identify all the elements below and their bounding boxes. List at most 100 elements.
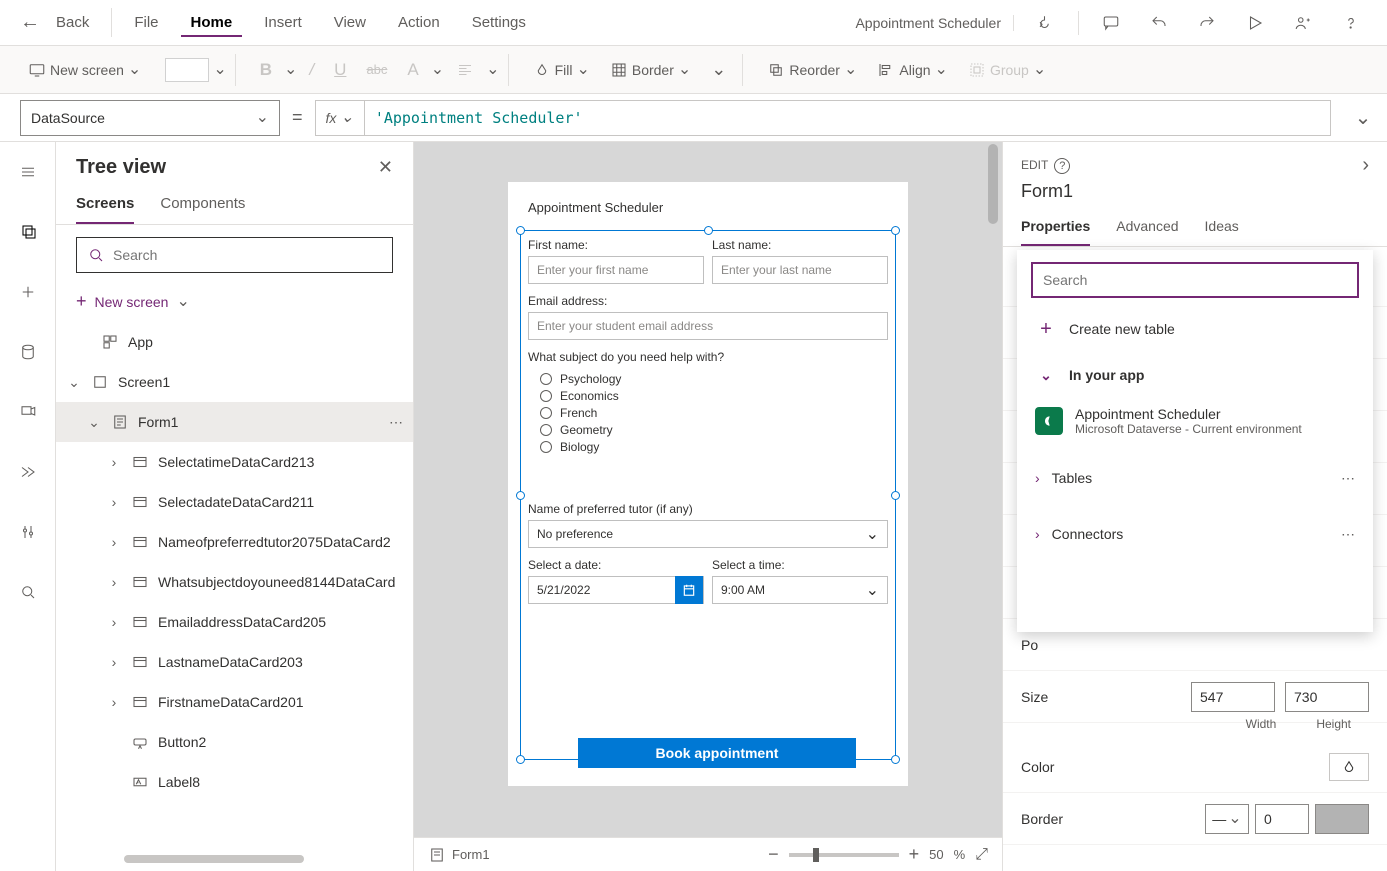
email-input[interactable]: Enter your student email address <box>528 312 888 340</box>
connectors-group[interactable]: ›Connectors ⋯ <box>1031 506 1359 562</box>
subject-radio-option[interactable]: Psychology <box>540 372 888 386</box>
play-icon[interactable] <box>1239 7 1271 39</box>
resize-handle[interactable] <box>516 491 525 500</box>
chevron-right-icon[interactable]: › <box>106 494 122 510</box>
help-icon[interactable]: ? <box>1054 158 1070 174</box>
chevron-right-icon[interactable]: › <box>106 654 122 670</box>
more-icon[interactable]: ⋯ <box>383 414 403 431</box>
resize-handle[interactable] <box>891 755 900 764</box>
expand-formula-icon[interactable]: ⌄ <box>1339 105 1387 130</box>
tree-node-datacard[interactable]: ›LastnameDataCard203 <box>56 642 413 682</box>
text-align-button[interactable] <box>448 54 482 86</box>
date-picker[interactable]: 5/21/2022 <box>528 576 704 604</box>
tree-node-screen1[interactable]: ⌄ Screen1 <box>56 362 413 402</box>
property-selector[interactable]: DataSource <box>20 100 280 136</box>
menu-insert[interactable]: Insert <box>254 8 312 37</box>
zoom-in-button[interactable]: + <box>909 844 920 865</box>
font-family-select[interactable] <box>165 58 209 82</box>
strikethrough-button[interactable]: abc <box>358 54 395 86</box>
font-color-button[interactable]: A <box>399 54 426 86</box>
underline-button[interactable]: U <box>326 54 354 86</box>
tree-node-app[interactable]: App <box>56 322 413 362</box>
chevron-right-icon[interactable]: › <box>1362 154 1369 177</box>
more-icon[interactable]: ⋯ <box>1341 470 1355 487</box>
firstname-input[interactable]: Enter your first name <box>528 256 704 284</box>
subject-radio-option[interactable]: French <box>540 406 888 420</box>
zoom-out-button[interactable]: − <box>768 844 779 865</box>
resize-handle[interactable] <box>516 226 525 235</box>
share-icon[interactable] <box>1287 7 1319 39</box>
group-button[interactable]: Group <box>960 54 1054 86</box>
bold-button[interactable]: B <box>252 54 280 86</box>
subject-radio-option[interactable]: Geometry <box>540 423 888 437</box>
tree-view-icon[interactable] <box>8 212 48 252</box>
book-appointment-button[interactable]: Book appointment <box>578 738 856 768</box>
data-icon[interactable] <box>8 332 48 372</box>
tree-node-button2[interactable]: Button2 <box>56 722 413 762</box>
tree-node-datacard[interactable]: ›Whatsubjectdoyouneed8144DataCard <box>56 562 413 602</box>
back-arrow-icon[interactable]: ← <box>20 11 40 34</box>
redo-icon[interactable] <box>1191 7 1223 39</box>
chevron-down-icon[interactable]: ⌄ <box>66 374 82 391</box>
power-automate-icon[interactable] <box>8 452 48 492</box>
tree-node-datacard[interactable]: ›FirstnameDataCard201 <box>56 682 413 722</box>
resize-handle[interactable] <box>516 755 525 764</box>
menu-action[interactable]: Action <box>388 8 450 37</box>
horizontal-scrollbar[interactable] <box>124 855 393 865</box>
datasource-item-appointment-scheduler[interactable]: Appointment Scheduler Microsoft Datavers… <box>1031 398 1359 450</box>
resize-handle[interactable] <box>891 226 900 235</box>
chevron-down-icon[interactable]: ⌄ <box>86 414 102 431</box>
tab-properties[interactable]: Properties <box>1021 212 1090 246</box>
time-select[interactable]: 9:00 AM ⌄ <box>712 576 888 604</box>
style-chevron-icon[interactable]: ⌄ <box>703 54 734 86</box>
resize-handle[interactable] <box>891 491 900 500</box>
border-color-button[interactable] <box>1315 804 1369 834</box>
subject-radio-option[interactable]: Biology <box>540 440 888 454</box>
menu-home[interactable]: Home <box>181 8 243 37</box>
hamburger-icon[interactable] <box>8 152 48 192</box>
height-input[interactable]: 730 <box>1285 682 1369 712</box>
border-button[interactable]: Border <box>602 54 699 86</box>
tree-node-datacard[interactable]: ›SelectadateDataCard211 <box>56 482 413 522</box>
chevron-right-icon[interactable]: › <box>106 614 122 630</box>
tab-screens[interactable]: Screens <box>76 189 134 224</box>
italic-button[interactable]: / <box>301 54 322 86</box>
chevron-right-icon[interactable]: › <box>106 534 122 550</box>
media-icon[interactable] <box>8 392 48 432</box>
app-checker-icon[interactable] <box>1030 7 1062 39</box>
plus-icon[interactable] <box>8 272 48 312</box>
search-rail-icon[interactable] <box>8 572 48 612</box>
tree-node-label8[interactable]: Label8 <box>56 762 413 802</box>
tree-search-input[interactable] <box>76 237 393 273</box>
design-canvas[interactable]: Appointment Scheduler First name: <box>508 182 908 786</box>
fit-to-screen-icon[interactable]: ⤢ <box>975 846 988 864</box>
new-screen-button[interactable]: + New screen <box>56 285 413 322</box>
tree-node-datacard[interactable]: ›SelectatimeDataCard213 <box>56 442 413 482</box>
tree-node-form1[interactable]: ⌄ Form1 ⋯ <box>56 402 413 442</box>
align-button[interactable]: Align <box>869 54 956 86</box>
resize-handle[interactable] <box>704 226 713 235</box>
menu-settings[interactable]: Settings <box>462 8 536 37</box>
chevron-right-icon[interactable]: › <box>106 694 122 710</box>
chevron-right-icon[interactable]: › <box>106 574 122 590</box>
lastname-input[interactable]: Enter your last name <box>712 256 888 284</box>
formula-input[interactable]: 'Appointment Scheduler' <box>365 109 593 127</box>
tutor-select[interactable]: No preference ⌄ <box>528 520 888 548</box>
fill-button[interactable]: Fill <box>525 54 598 86</box>
tree-node-datacard[interactable]: ›Nameofpreferredtutor2075DataCard2 <box>56 522 413 562</box>
border-style-select[interactable]: — <box>1205 804 1249 834</box>
fx-button[interactable]: fx <box>316 101 365 135</box>
new-screen-button[interactable]: New screen <box>20 54 149 86</box>
more-icon[interactable]: ⋯ <box>1341 526 1355 543</box>
close-icon[interactable]: ✕ <box>378 157 393 178</box>
width-input[interactable]: 547 <box>1191 682 1275 712</box>
help-icon[interactable] <box>1335 7 1367 39</box>
color-picker-button[interactable] <box>1329 753 1369 781</box>
tab-ideas[interactable]: Ideas <box>1205 212 1239 246</box>
back-button[interactable]: Back <box>46 8 99 37</box>
tab-components[interactable]: Components <box>160 189 245 224</box>
tables-group[interactable]: ›Tables ⋯ <box>1031 450 1359 506</box>
tree-node-datacard[interactable]: ›EmailaddressDataCard205 <box>56 602 413 642</box>
chevron-right-icon[interactable]: › <box>106 454 122 470</box>
comments-icon[interactable] <box>1095 7 1127 39</box>
